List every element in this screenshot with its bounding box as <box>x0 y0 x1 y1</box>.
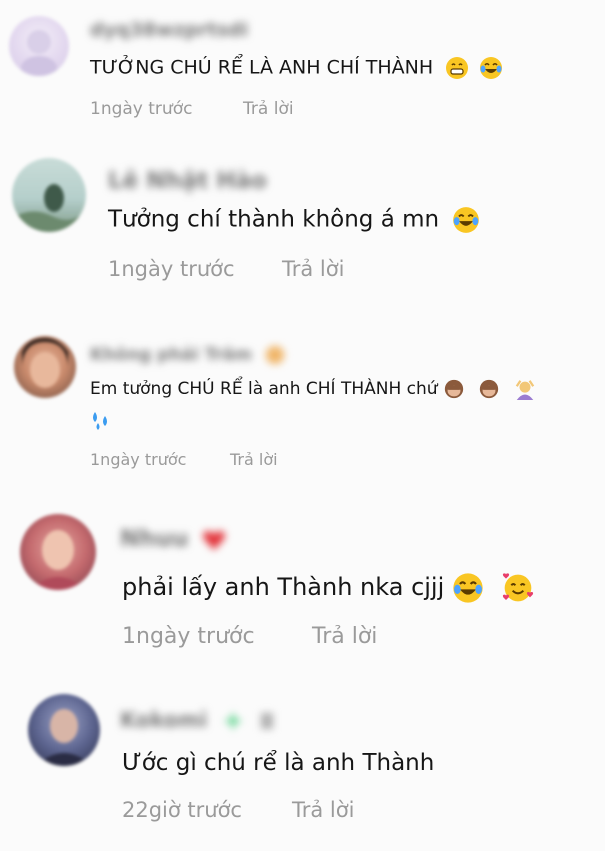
comment-timestamp: 1ngày trước <box>122 624 255 649</box>
avatar[interactable] <box>12 158 86 232</box>
comment-text-content: TƯỞNG CHÚ RỂ LÀ ANH CHÍ THÀNH <box>90 56 434 79</box>
comment-item: Kokomi Ước gì chú rể là anh Thành 22giờ … <box>0 680 605 851</box>
username: Nhuu <box>120 526 226 552</box>
comment-item: dyq38wzprtsdi TƯỞNG CHÚ RỂ LÀ ANH CHÍ TH… <box>0 0 605 130</box>
comment-text-content: Ước gì chú rể là anh Thành <box>122 750 435 776</box>
avatar-image <box>21 30 57 76</box>
sparkle-icon <box>222 711 243 731</box>
username: Không phải Trâm <box>90 344 286 366</box>
comment-text: Em tưởng CHÚ RỂ là anh CHÍ THÀNH chứ <box>90 378 536 400</box>
comment-text-content: Tưởng chí thành không á mn <box>108 206 440 233</box>
comment-text-content: phải lấy anh Thành nka cjjj <box>122 573 445 601</box>
username-text[interactable]: Nhuu <box>120 526 188 552</box>
reply-button[interactable]: Trả lời <box>230 450 278 469</box>
username: Kokomi <box>120 708 278 733</box>
comment-text: phải lấy anh Thành nka cjjj <box>122 572 534 604</box>
username-text[interactable]: Kokomi <box>120 708 207 732</box>
tears-of-joy-emoji-icon <box>453 573 483 603</box>
smiling-face-with-hearts-icon <box>502 573 533 602</box>
reply-button[interactable]: Trả lời <box>282 257 344 281</box>
avatar-image <box>36 709 92 766</box>
hand-emoji-icon <box>265 345 285 365</box>
comment-item: Không phải Trâm Em tưởng CHÚ RỂ là anh C… <box>0 320 605 490</box>
reply-button[interactable]: Trả lời <box>292 798 354 822</box>
username-text[interactable]: Không phải Trâm <box>90 345 252 365</box>
comment-timestamp: 22giờ trước <box>122 798 242 822</box>
avatar[interactable] <box>14 336 76 398</box>
reply-button[interactable]: Trả lời <box>243 99 294 119</box>
avatar-image <box>12 184 86 232</box>
username[interactable]: Lê Nhật Hào <box>108 168 267 194</box>
comment-timestamp: 1ngày trước <box>90 450 187 469</box>
comment-timestamp: 1ngày trước <box>108 257 235 281</box>
avatar[interactable] <box>20 514 96 590</box>
see-no-evil-monkey-icon <box>480 379 499 399</box>
sweat-droplets-icon <box>90 410 114 436</box>
reply-button[interactable]: Trả lời <box>312 624 377 649</box>
avatar[interactable] <box>28 694 100 766</box>
comment-item: Lê Nhật Hào Tưởng chí thành không á mn 1… <box>0 140 605 310</box>
avatar-image <box>22 338 68 388</box>
tears-of-joy-emoji-icon <box>453 207 480 233</box>
comment-text: Ước gì chú rể là anh Thành <box>122 750 434 776</box>
comment-text: TƯỞNG CHÚ RỂ LÀ ANH CHÍ THÀNH <box>90 56 503 80</box>
tears-of-joy-emoji-icon <box>480 57 503 79</box>
avatar[interactable] <box>9 16 69 76</box>
comment-item: Nhuu phải lấy anh Thành nka cjjj 1ngày t… <box>0 500 605 670</box>
comment-text-content: Em tưởng CHÚ RỂ là anh CHÍ THÀNH chứ <box>90 379 438 399</box>
comment-timestamp: 1ngày trước <box>90 99 193 119</box>
username[interactable]: dyq38wzprtsdi <box>90 19 248 41</box>
person-gesturing-icon <box>515 380 534 400</box>
comment-text: Tưởng chí thành không á mn <box>108 206 480 234</box>
see-no-evil-monkey-icon <box>444 379 464 399</box>
avatar-image <box>30 530 86 590</box>
flag-icon <box>260 713 273 729</box>
grin-emoji-icon <box>446 57 469 79</box>
heart-icon <box>203 530 226 550</box>
